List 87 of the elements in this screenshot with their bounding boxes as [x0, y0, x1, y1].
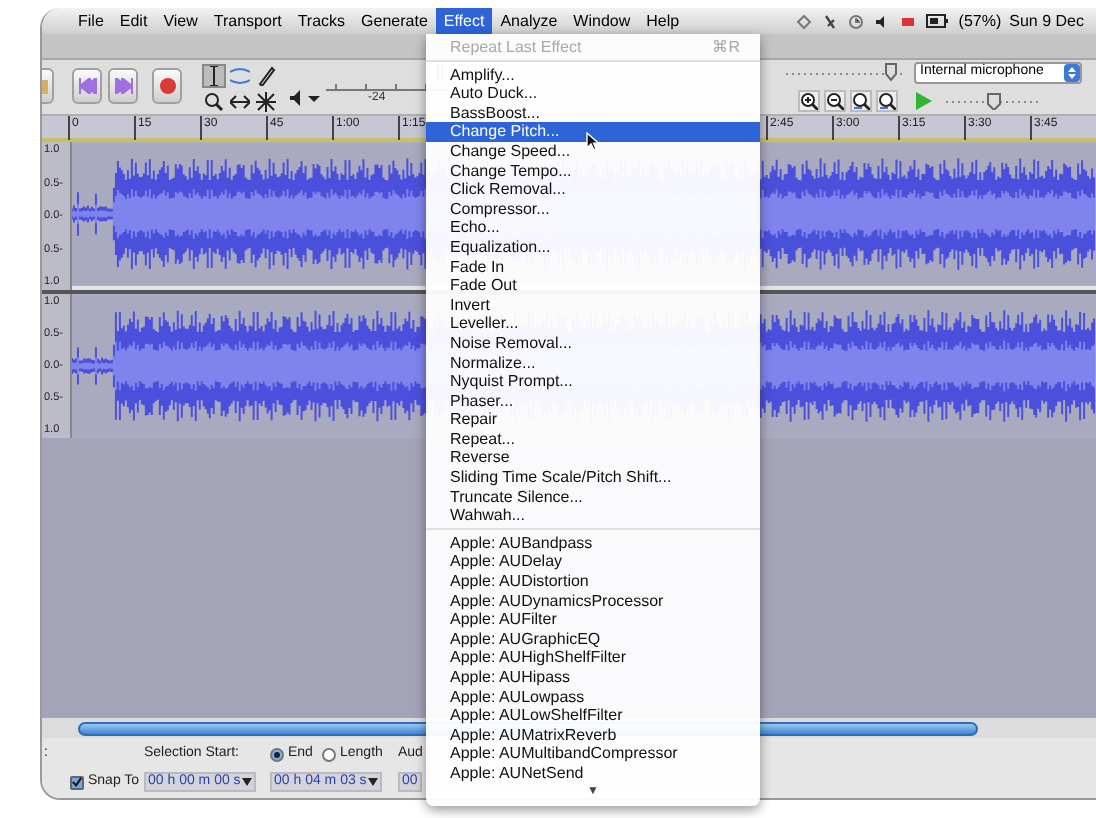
caret-icon [242, 778, 253, 786]
menu-bar-item[interactable]: View [155, 8, 206, 34]
skip-start-icon [77, 78, 97, 94]
zoom-in-button[interactable] [798, 90, 820, 112]
skip-end-button[interactable] [108, 68, 138, 104]
zoom-out-icon [826, 92, 844, 110]
menu-item[interactable]: Change Tempo... [426, 161, 760, 181]
flag-icon[interactable] [900, 13, 917, 29]
menu-item[interactable]: Noise Removal... [426, 333, 760, 353]
menu-item[interactable]: Apple: AUDynamicsProcessor [426, 591, 760, 611]
menu-bar-clock[interactable]: Sun 9 Dec [1009, 9, 1084, 33]
menu-item[interactable]: Apple: AUMatrixReverb [426, 725, 760, 745]
menu-bar-item[interactable]: Transport [205, 8, 290, 34]
menu-item[interactable]: Equalization... [426, 237, 760, 258]
menu-item[interactable]: Sliding Time Scale/Pitch Shift... [426, 468, 760, 488]
selection-tool-button[interactable] [202, 64, 226, 88]
menu-item[interactable]: Auto Duck... [426, 84, 760, 104]
zoom-fit-button[interactable] [876, 90, 898, 112]
cursor-icon [586, 132, 600, 152]
zoom-button[interactable] [202, 90, 226, 114]
menu-bar-item[interactable]: Tracks [289, 8, 354, 34]
menu-item[interactable]: Apple: AUHipass [426, 668, 760, 688]
slider-drawing[interactable] [786, 62, 906, 82]
menu-item[interactable]: Leveller... [426, 314, 760, 334]
menu-item[interactable]: Apple: AUDelay [426, 552, 760, 573]
speaker-icon[interactable] [290, 90, 322, 106]
menu-item[interactable]: Compressor... [426, 199, 760, 219]
pencil-button[interactable] [254, 64, 278, 88]
zoom-selection-icon [852, 92, 870, 110]
menu-item[interactable]: Repair [426, 410, 760, 430]
play-icon [915, 92, 931, 110]
menu-item[interactable]: Apple: AUBandpass [426, 533, 760, 553]
record-button[interactable] [152, 68, 182, 104]
menu-item[interactable]: Reverse [426, 448, 760, 469]
menu-item[interactable]: Truncate Silence... [426, 487, 760, 507]
menu-item[interactable]: Click Removal... [426, 180, 760, 200]
record-icon [157, 78, 177, 94]
battery-percentage: (57%) [958, 9, 1002, 33]
menu-item[interactable]: Apple: AUHighShelfFilter [426, 648, 760, 668]
zoom-selection-button[interactable] [850, 90, 872, 112]
menu-item[interactable]: Repeat... [426, 429, 760, 449]
menu-bar-item[interactable]: Edit [111, 8, 156, 34]
menu-item[interactable]: Wahwah... [426, 506, 760, 526]
stepper-icon [1064, 64, 1080, 82]
multi-tool-icon [256, 92, 276, 112]
menu-bar-item[interactable]: Generate [353, 8, 436, 34]
menu-item[interactable]: Fade In [426, 257, 760, 277]
skip-end-icon [113, 78, 133, 94]
menu-item[interactable]: Echo... [426, 218, 760, 238]
envelope-tool-icon [230, 66, 250, 86]
menu-item[interactable]: Apple: AULowpass [426, 687, 760, 707]
menu-bar-item[interactable]: File [70, 8, 112, 34]
zoom-in-icon [800, 92, 818, 110]
zoom-out-button[interactable] [824, 90, 846, 112]
skip-start-button[interactable] [72, 68, 102, 104]
menu-item[interactable]: Phaser... [426, 391, 760, 411]
menu-item[interactable]: Apple: AUMultibandCompressor [426, 744, 760, 764]
pencil-icon [256, 66, 276, 86]
menu-item[interactable]: Apple: AUFilter [426, 610, 760, 630]
slider-drawing[interactable] [946, 90, 1042, 110]
menu-item[interactable]: BassBoost... [426, 103, 760, 123]
battery-icon[interactable] [926, 14, 949, 28]
menu-bar-item[interactable]: Analyze [492, 8, 566, 34]
menu-bar-item[interactable]: Window [565, 8, 639, 34]
menu-item[interactable]: Invert [426, 295, 760, 315]
pause-icon [42, 79, 48, 93]
zoom-fit-icon [878, 92, 896, 110]
menu-item[interactable]: Change Speed... [426, 141, 760, 162]
zoom-icon [204, 92, 224, 112]
menu-item[interactable]: Apple: AUGraphicEQ [426, 629, 760, 649]
multi-tool-button[interactable] [254, 90, 278, 114]
menu-item[interactable]: Amplify... [426, 65, 760, 85]
caret-icon [368, 778, 379, 786]
menu-bar-item[interactable]: Help [638, 8, 688, 34]
menu-item[interactable]: Nyquist Prompt... [426, 372, 760, 392]
menu-item[interactable]: Apple: AULowShelfFilter [426, 706, 760, 726]
menu-item[interactable]: Apple: AUNetSend [426, 763, 760, 784]
menu-item[interactable]: Normalize... [426, 353, 760, 373]
selection-tool-icon [204, 66, 224, 86]
menu-item[interactable]: Fade Out [426, 276, 760, 296]
clock-icon[interactable] [848, 13, 865, 29]
time-shift-button[interactable] [228, 90, 252, 114]
check-icon [72, 776, 82, 789]
menu-bar-item[interactable]: Effect [435, 8, 493, 34]
menu-item[interactable]: Apple: AUDistortion [426, 572, 760, 592]
menu-item[interactable]: Change Pitch... [426, 122, 760, 142]
time-shift-icon [230, 92, 250, 112]
